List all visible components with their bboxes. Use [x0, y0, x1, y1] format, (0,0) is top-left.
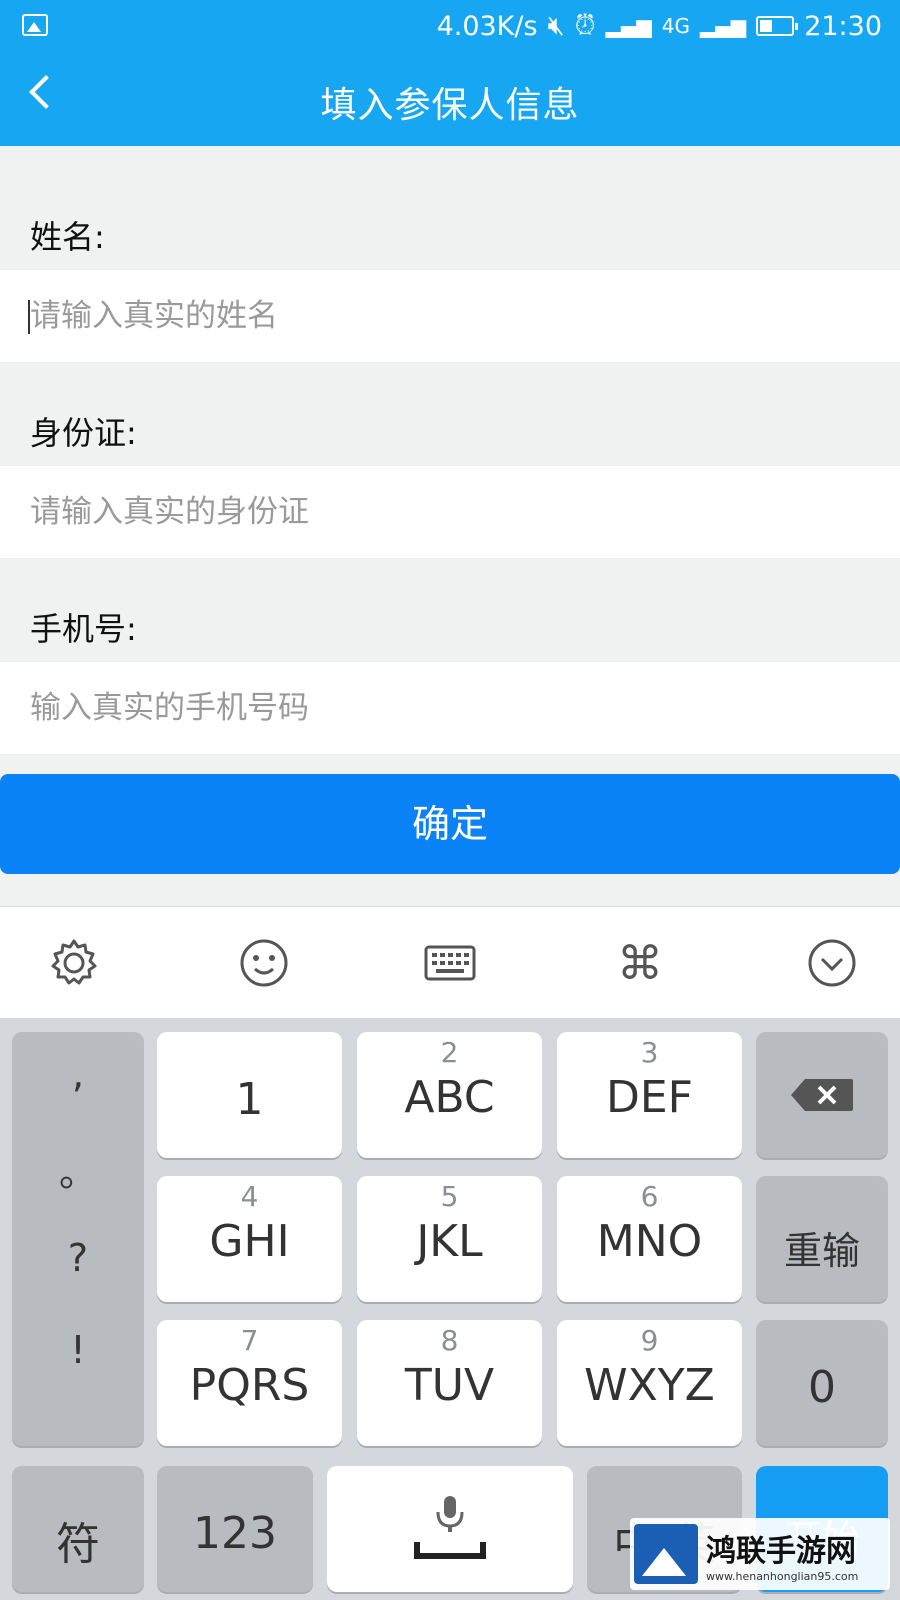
symbol-key[interactable]: 符 — [12, 1466, 144, 1592]
name-input[interactable] — [0, 270, 870, 362]
watermark-title: 鸿联手游网 — [706, 1533, 856, 1569]
emoji-icon[interactable] — [236, 935, 292, 991]
key-wxyz[interactable]: 9 WXYZ — [557, 1320, 742, 1446]
watermark: 鸿联手游网 www.henanhonglian95.com — [630, 1518, 890, 1590]
keyboard: , 。 ? ! 1 2 ABC 3 DEF 4 GHI 5 JKL 6 MNO … — [0, 1018, 900, 1600]
reinput-key[interactable]: 重输 — [756, 1176, 888, 1302]
key-number: 2 — [440, 1036, 459, 1069]
key-letters: DEF — [606, 1072, 693, 1123]
backspace-key[interactable] — [756, 1032, 888, 1158]
key-letters: WXYZ — [584, 1360, 715, 1411]
key-number: 7 — [240, 1324, 259, 1357]
zero-label: 0 — [808, 1362, 836, 1413]
key-number: 3 — [640, 1036, 659, 1069]
numbers-key[interactable]: 123 — [157, 1466, 313, 1592]
mute-icon: 🔇︎ — [547, 10, 565, 41]
watermark-text: 鸿联手游网 www.henanhonglian95.com — [706, 1526, 858, 1583]
chevron-down-icon[interactable] — [804, 935, 860, 991]
exclamation-key[interactable]: ! — [12, 1328, 144, 1372]
signal-icon-2: ▂▄▆ — [700, 14, 747, 38]
network-type: 4G — [661, 14, 691, 38]
key-ghi[interactable]: 4 GHI — [157, 1176, 342, 1302]
app-header: 填入参保人信息 — [0, 52, 900, 146]
key-number: 5 — [440, 1180, 459, 1213]
comma-key[interactable]: , — [12, 1052, 144, 1096]
id-field-row — [0, 466, 900, 558]
question-key[interactable]: ? — [12, 1236, 144, 1280]
key-letters: JKL — [416, 1216, 483, 1267]
backspace-icon — [791, 1079, 853, 1111]
key-def[interactable]: 3 DEF — [557, 1032, 742, 1158]
key-label: 1 — [235, 1074, 264, 1125]
keyboard-icon[interactable] — [422, 935, 478, 991]
phone-field-row — [0, 662, 900, 754]
space-key[interactable] — [327, 1466, 573, 1592]
keyboard-toolbar: ⌘ — [0, 906, 900, 1019]
name-label: 姓名: — [30, 218, 105, 256]
gear-icon[interactable] — [46, 935, 102, 991]
signal-icon: ▂▄▆ — [605, 14, 652, 38]
clock: 21:30 — [804, 10, 882, 42]
key-pqrs[interactable]: 7 PQRS — [157, 1320, 342, 1446]
alarm-icon: ⏰︎ — [574, 10, 596, 41]
battery-icon — [756, 16, 799, 36]
microphone-icon — [414, 1496, 486, 1559]
key-mno[interactable]: 6 MNO — [557, 1176, 742, 1302]
key-letters: GHI — [209, 1216, 290, 1267]
punctuation-key[interactable]: , 。 ? ! — [12, 1032, 144, 1446]
confirm-button[interactable]: 确定 — [0, 774, 900, 874]
image-icon — [22, 14, 48, 36]
key-1[interactable]: 1 — [157, 1032, 342, 1158]
network-speed: 4.03K/s — [436, 10, 538, 42]
phone-input[interactable] — [0, 662, 870, 754]
watermark-logo — [634, 1524, 698, 1584]
key-letters: PQRS — [189, 1360, 310, 1411]
zero-key[interactable]: 0 — [756, 1320, 888, 1446]
key-number: 8 — [440, 1324, 459, 1357]
numbers-label: 123 — [193, 1508, 277, 1559]
symbol-label: 符 — [56, 1519, 100, 1570]
period-key[interactable]: 。 — [12, 1142, 144, 1197]
key-letters: TUV — [404, 1360, 495, 1411]
watermark-url: www.henanhonglian95.com — [706, 1569, 859, 1583]
key-number: 6 — [640, 1180, 659, 1213]
key-number: 9 — [640, 1324, 659, 1357]
key-letters: ABC — [404, 1072, 495, 1123]
key-tuv[interactable]: 8 TUV — [357, 1320, 542, 1446]
id-label: 身份证: — [30, 414, 137, 452]
status-right: 4.03K/s 🔇︎ ⏰︎ ▂▄▆ 4G ▂▄▆ 21:30 — [437, 8, 882, 44]
status-bar: 4.03K/s 🔇︎ ⏰︎ ▂▄▆ 4G ▂▄▆ 21:30 — [0, 0, 900, 52]
key-number: 4 — [240, 1180, 259, 1213]
page-title: 填入参保人信息 — [320, 85, 580, 126]
reinput-label: 重输 — [783, 1229, 860, 1273]
key-jkl[interactable]: 5 JKL — [357, 1176, 542, 1302]
phone-label: 手机号: — [30, 610, 137, 648]
key-letters: MNO — [596, 1216, 703, 1267]
name-field-row — [0, 270, 900, 362]
text-caret — [28, 300, 30, 334]
command-icon[interactable]: ⌘ — [612, 935, 668, 991]
id-input[interactable] — [0, 466, 870, 558]
key-abc[interactable]: 2 ABC — [357, 1032, 542, 1158]
